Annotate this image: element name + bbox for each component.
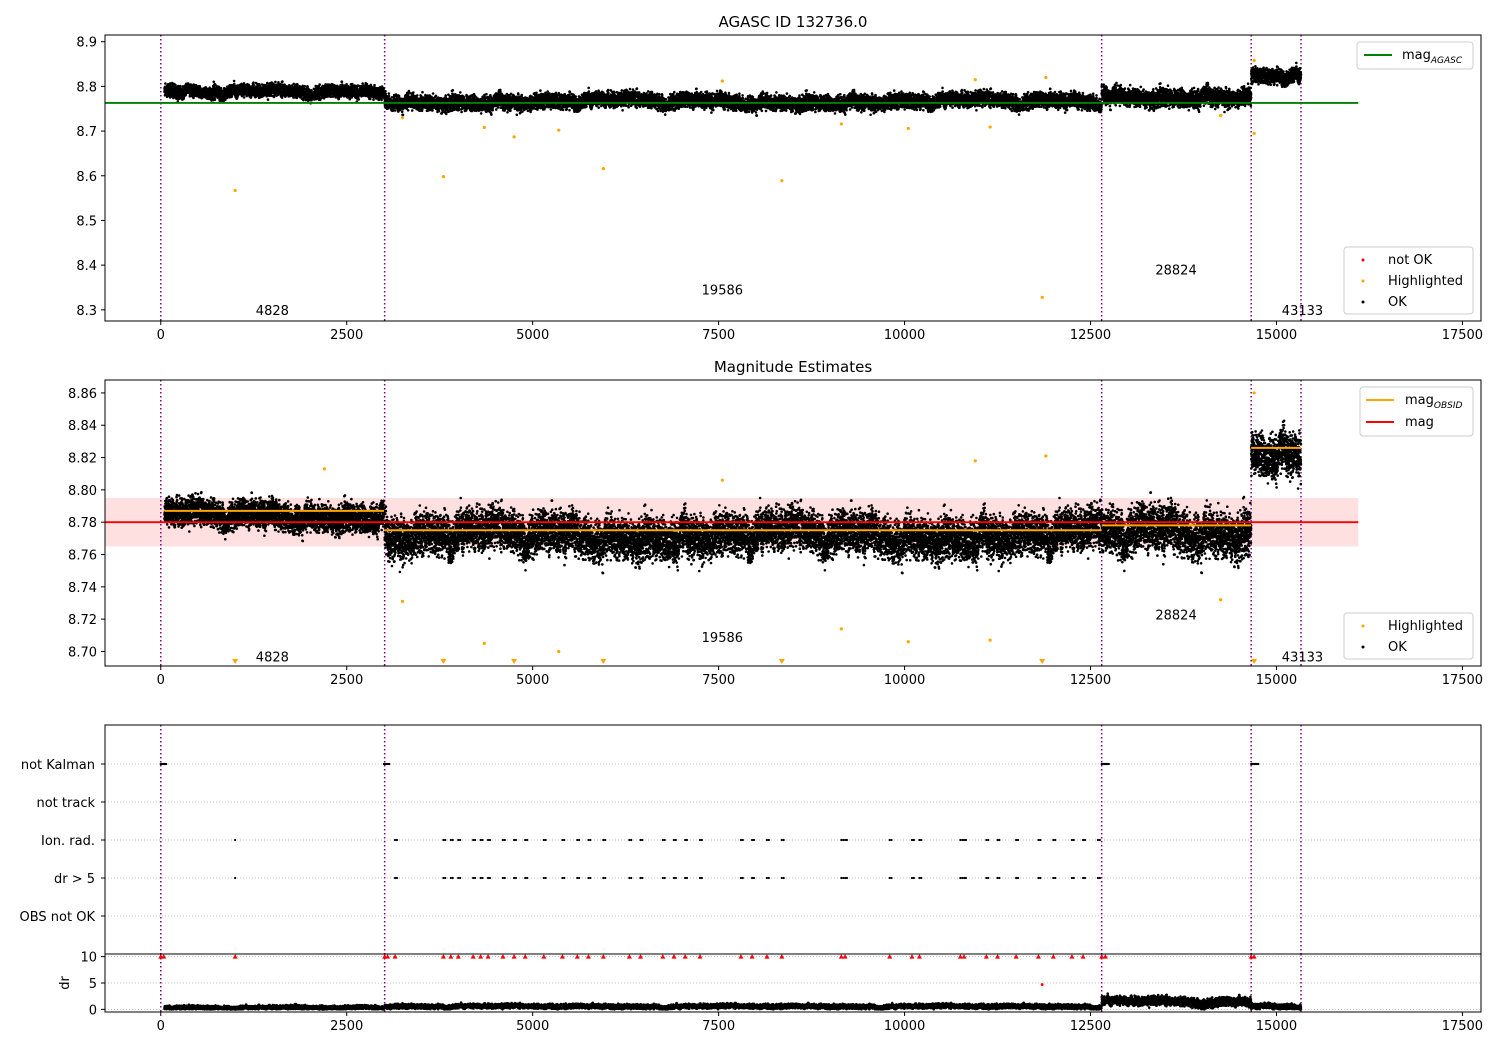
ok-point (303, 85, 306, 88)
agasc-panel: AGASC ID 132736.0 4828195862882443133 02… (76, 13, 1483, 343)
ok-point (274, 81, 277, 84)
agasc-plot-area: 4828195862882443133 (105, 35, 1358, 321)
ok-point (233, 80, 236, 83)
agasc-panel-title: AGASC ID 132736.0 (719, 13, 868, 31)
ok-point (231, 95, 234, 98)
ok-point (213, 81, 216, 84)
ok-point (267, 98, 270, 101)
ok-point (296, 84, 299, 87)
ok-point (243, 96, 246, 99)
ok-point (361, 82, 364, 85)
ok-point (281, 80, 284, 83)
ok-point (214, 99, 217, 102)
ok-point (252, 81, 255, 84)
figure: AGASC ID 132736.0 4828195862882443133 02… (0, 0, 1500, 1050)
ok-point (273, 96, 276, 99)
ok-point (179, 85, 182, 88)
ok-point (253, 84, 256, 87)
ok-point (164, 82, 167, 85)
ok-point (345, 83, 348, 86)
ok-point (341, 80, 344, 83)
ok-point (318, 83, 321, 86)
ok-point (357, 98, 360, 101)
ok-point (281, 96, 284, 99)
